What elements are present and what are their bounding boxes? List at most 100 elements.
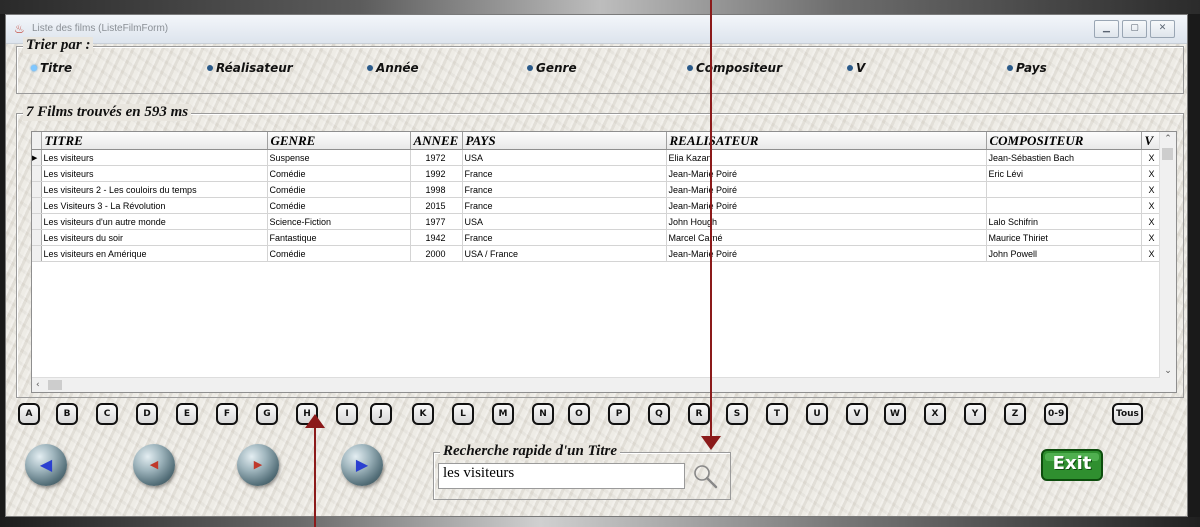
cell-genre[interactable]: Comédie [267, 181, 411, 198]
horizontal-scroll-thumb[interactable] [48, 380, 62, 390]
column-header-genre[interactable]: GENRE [267, 132, 411, 150]
cell-annee[interactable]: 2000 [410, 245, 463, 262]
letter-button-l[interactable]: L [452, 403, 474, 425]
radio-selected-icon[interactable] [31, 65, 37, 71]
radio-icon[interactable] [367, 65, 373, 71]
letter-button-c[interactable]: C [96, 403, 118, 425]
letter-button-u[interactable]: U [806, 403, 828, 425]
cell-realisateur[interactable]: Jean-Marie Poiré [666, 181, 987, 198]
letter-button-a[interactable]: A [18, 403, 40, 425]
cell-v[interactable]: X [1141, 213, 1161, 230]
cell-v[interactable]: X [1141, 165, 1161, 182]
letter-button-b[interactable]: B [56, 403, 78, 425]
letter-button-e[interactable]: E [176, 403, 198, 425]
cell-genre[interactable]: Suspense [267, 149, 411, 166]
letter-button-w[interactable]: W [884, 403, 906, 425]
column-header-v[interactable]: V [1141, 132, 1161, 150]
cell-v[interactable]: X [1141, 197, 1161, 214]
first-record-button[interactable]: ◀ [25, 444, 67, 486]
radio-icon[interactable] [1007, 65, 1013, 71]
column-header-annee[interactable]: ANNEE [410, 132, 463, 150]
cell-realisateur[interactable]: Jean-Marie Poiré [666, 197, 987, 214]
cell-pays[interactable]: France [462, 181, 667, 198]
table-row[interactable]: Les visiteurs en Amérique Comédie 2000 USA … [32, 245, 1161, 262]
radio-icon[interactable] [847, 65, 853, 71]
sort-option-compositeur[interactable]: Compositeur [687, 61, 782, 75]
sort-option-v[interactable]: V [847, 61, 865, 75]
letter-button-y[interactable]: Y [964, 403, 986, 425]
cell-compositeur[interactable] [986, 181, 1142, 198]
column-header-titre[interactable]: TITRE [41, 132, 268, 150]
cell-titre[interactable]: Les visiteurs [41, 149, 268, 166]
cell-pays[interactable]: France [462, 165, 667, 182]
vertical-scroll-thumb[interactable] [1162, 148, 1173, 160]
last-record-button[interactable]: ▶ [341, 444, 383, 486]
radio-icon[interactable] [687, 65, 693, 71]
cell-compositeur[interactable]: Jean-Sébastien Bach [986, 149, 1142, 166]
table-row[interactable]: ▶ Les visiteurs Suspense 1972 USA Elia Kazan J… [32, 149, 1161, 166]
letter-button-z[interactable]: Z [1004, 403, 1026, 425]
column-header-realisateur[interactable]: REALISATEUR [666, 132, 987, 150]
cell-compositeur[interactable]: John Powell [986, 245, 1142, 262]
cell-compositeur[interactable] [986, 197, 1142, 214]
column-header-pays[interactable]: PAYS [462, 132, 667, 150]
cell-pays[interactable]: USA [462, 213, 667, 230]
cell-genre[interactable]: Science-Fiction [267, 213, 411, 230]
next-record-button[interactable]: ▶ [237, 444, 279, 486]
minimize-button[interactable]: ▁ [1094, 20, 1119, 38]
quick-search-input[interactable]: les visiteurs [438, 463, 685, 489]
cell-genre[interactable]: Comédie [267, 245, 411, 262]
search-button[interactable] [690, 462, 720, 490]
cell-titre[interactable]: Les visiteurs d'un autre monde [41, 213, 268, 230]
table-row[interactable]: Les Visiteurs 3 - La Révolution Comédie 20… [32, 197, 1161, 214]
previous-record-button[interactable]: ◀ [133, 444, 175, 486]
cell-genre[interactable]: Comédie [267, 165, 411, 182]
scroll-down-icon[interactable]: ⌄ [1160, 366, 1176, 376]
letter-button-i[interactable]: I [336, 403, 358, 425]
letter-button-v[interactable]: V [846, 403, 868, 425]
cell-realisateur[interactable]: Jean-Marie Poiré [666, 245, 987, 262]
cell-realisateur[interactable]: Elia Kazan [666, 149, 987, 166]
sort-option-realisateur[interactable]: Réalisateur [207, 61, 293, 75]
letter-button-s[interactable]: S [726, 403, 748, 425]
cell-annee[interactable]: 2015 [410, 197, 463, 214]
table-row[interactable]: Les visiteurs 2 - Les couloirs du temps C… [32, 181, 1161, 198]
letter-button-tous[interactable]: Tous [1112, 403, 1143, 425]
letter-button-j[interactable]: J [370, 403, 392, 425]
cell-pays[interactable]: USA / France [462, 245, 667, 262]
cell-titre[interactable]: Les visiteurs du soir [41, 229, 268, 246]
letter-button-n[interactable]: N [532, 403, 554, 425]
letter-button-m[interactable]: M [492, 403, 514, 425]
cell-compositeur[interactable]: Lalo Schifrin [986, 213, 1142, 230]
cell-v[interactable]: X [1141, 229, 1161, 246]
cell-pays[interactable]: France [462, 229, 667, 246]
table-row[interactable]: Les visiteurs d'un autre monde Science-Fi… [32, 213, 1161, 230]
cell-titre[interactable]: Les Visiteurs 3 - La Révolution [41, 197, 268, 214]
cell-annee[interactable]: 1992 [410, 165, 463, 182]
sort-option-genre[interactable]: Genre [527, 61, 577, 75]
cell-titre[interactable]: Les visiteurs 2 - Les couloirs du temps [41, 181, 268, 198]
letter-button-x[interactable]: X [924, 403, 946, 425]
maximize-button[interactable]: ▢ [1122, 20, 1147, 38]
cell-v[interactable]: X [1141, 149, 1161, 166]
cell-compositeur[interactable]: Eric Lévi [986, 165, 1142, 182]
letter-button-o[interactable]: O [568, 403, 590, 425]
letter-button-f[interactable]: F [216, 403, 238, 425]
cell-compositeur[interactable]: Maurice Thiriet [986, 229, 1142, 246]
cell-titre[interactable]: Les visiteurs [41, 165, 268, 182]
scroll-left-icon[interactable]: ‹ [36, 378, 40, 392]
letter-button-r[interactable]: R [688, 403, 710, 425]
letter-button-d[interactable]: D [136, 403, 158, 425]
cell-titre[interactable]: Les visiteurs en Amérique [41, 245, 268, 262]
letter-button-q[interactable]: Q [648, 403, 670, 425]
cell-pays[interactable]: USA [462, 149, 667, 166]
exit-button[interactable]: Exit [1040, 447, 1104, 483]
table-row[interactable]: Les visiteurs du soir Fantastique 1942 Fran… [32, 229, 1161, 246]
cell-annee[interactable]: 1977 [410, 213, 463, 230]
sort-option-pays[interactable]: Pays [1007, 61, 1047, 75]
cell-pays[interactable]: France [462, 197, 667, 214]
cell-realisateur[interactable]: Jean-Marie Poiré [666, 165, 987, 182]
vertical-scrollbar[interactable]: ⌃ ⌄ [1159, 132, 1176, 378]
table-row[interactable]: Les visiteurs Comédie 1992 France Jean-Marie… [32, 165, 1161, 182]
cell-genre[interactable]: Comédie [267, 197, 411, 214]
